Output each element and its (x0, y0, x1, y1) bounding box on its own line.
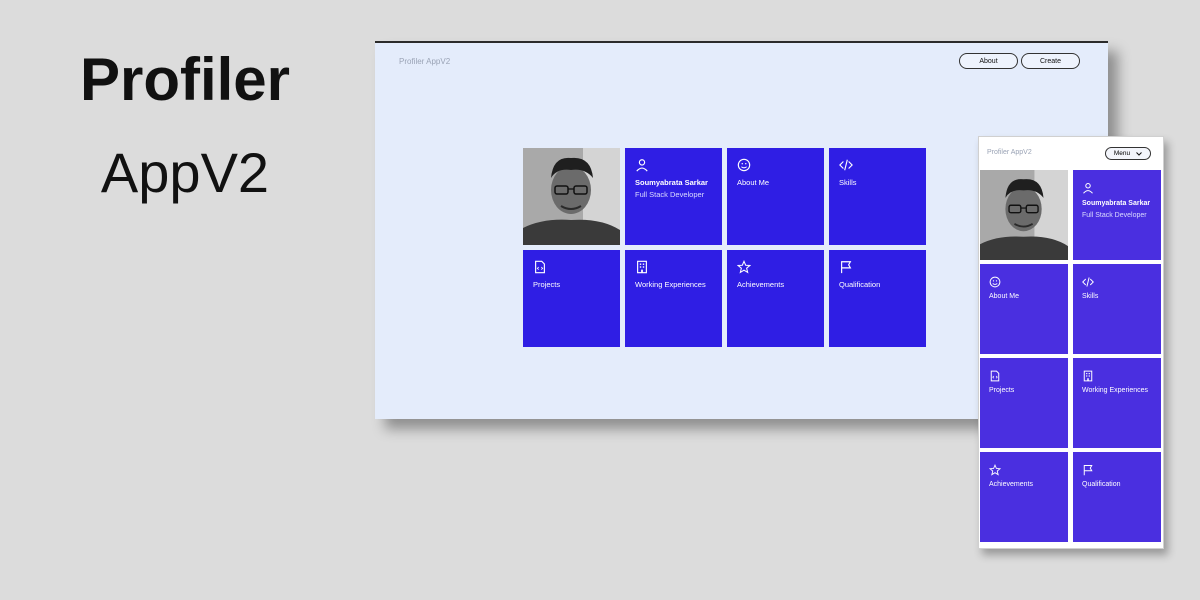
profile-photo-illustration (523, 148, 620, 245)
mobile-brand-logo[interactable]: Profiler AppV2 (987, 149, 1032, 156)
tile-working-experiences[interactable]: Working Experiences (625, 250, 722, 347)
tile-label: Skills (839, 178, 857, 187)
mobile-profile-tile[interactable]: Soumyabrata Sarkar Full Stack Developer (1073, 170, 1161, 260)
tile-label: Achievements (989, 481, 1033, 488)
tile-label: Skills (1082, 293, 1099, 300)
file-code-icon (990, 370, 1000, 382)
building-icon (637, 260, 647, 274)
code-icon (839, 159, 853, 171)
mobile-tile-projects[interactable]: Projects (980, 358, 1068, 448)
user-icon (1083, 183, 1093, 194)
tile-projects[interactable]: Projects (523, 250, 620, 347)
profile-grid: Soumyabrata Sarkar Full Stack Developer … (523, 148, 926, 347)
tile-label: Projects (989, 387, 1015, 394)
tile-label: Working Experiences (635, 280, 706, 289)
profile-role: Full Stack Developer (1082, 211, 1147, 219)
create-button[interactable]: Create (1021, 53, 1080, 69)
mobile-tile-achievements[interactable]: Achievements (980, 452, 1068, 542)
mobile-profile-photo (980, 170, 1068, 260)
tile-label: Qualification (1082, 481, 1121, 488)
profile-tile[interactable]: Soumyabrata Sarkar Full Stack Developer (625, 148, 722, 245)
about-button[interactable]: About (959, 53, 1018, 69)
chevron-down-icon (1136, 151, 1142, 156)
smile-icon (989, 276, 1001, 288)
tile-achievements[interactable]: Achievements (727, 250, 824, 347)
hero-title-line2: AppV2 (100, 141, 270, 204)
tile-label: Achievements (737, 280, 785, 289)
menu-label: Menu (1113, 150, 1131, 157)
smile-icon (737, 158, 751, 172)
building-icon (1083, 370, 1093, 382)
tile-about-me[interactable]: About Me (727, 148, 824, 245)
code-icon (1082, 277, 1094, 287)
tile-label: About Me (989, 293, 1019, 300)
profile-name: Soumyabrata Sarkar (1082, 200, 1151, 207)
tile-label: Qualification (839, 280, 881, 289)
mobile-tile-qualification[interactable]: Qualification (1073, 452, 1161, 542)
star-icon (989, 464, 1001, 476)
mobile-tile-skills[interactable]: Skills (1073, 264, 1161, 354)
tile-qualification[interactable]: Qualification (829, 250, 926, 347)
tile-label: Projects (533, 280, 561, 289)
top-nav: About Create (959, 53, 1080, 69)
tile-label: About Me (737, 178, 770, 187)
mobile-profile-grid: Soumyabrata Sarkar Full Stack Developer … (980, 170, 1161, 542)
profile-photo (523, 148, 620, 245)
flag-icon (1083, 465, 1093, 476)
user-icon (636, 159, 648, 172)
profile-role: Full Stack Developer (635, 190, 705, 199)
mobile-tile-about-me[interactable]: About Me (980, 264, 1068, 354)
flag-icon (841, 261, 852, 274)
star-icon (737, 260, 751, 274)
brand-logo[interactable]: Profiler AppV2 (399, 57, 450, 66)
tile-label: Working Experiences (1082, 387, 1149, 394)
mobile-tile-working-experiences[interactable]: Working Experiences (1073, 358, 1161, 448)
profile-name: Soumyabrata Sarkar (635, 178, 708, 187)
mobile-mockup: Profiler AppV2 Menu Soumyabrata Sarkar F… (978, 136, 1164, 549)
profile-photo-illustration (980, 170, 1068, 260)
file-code-icon (535, 260, 545, 274)
mobile-menu-dropdown[interactable]: Menu (1105, 147, 1151, 160)
tile-skills[interactable]: Skills (829, 148, 926, 245)
hero-title-line1: Profiler (79, 46, 291, 113)
